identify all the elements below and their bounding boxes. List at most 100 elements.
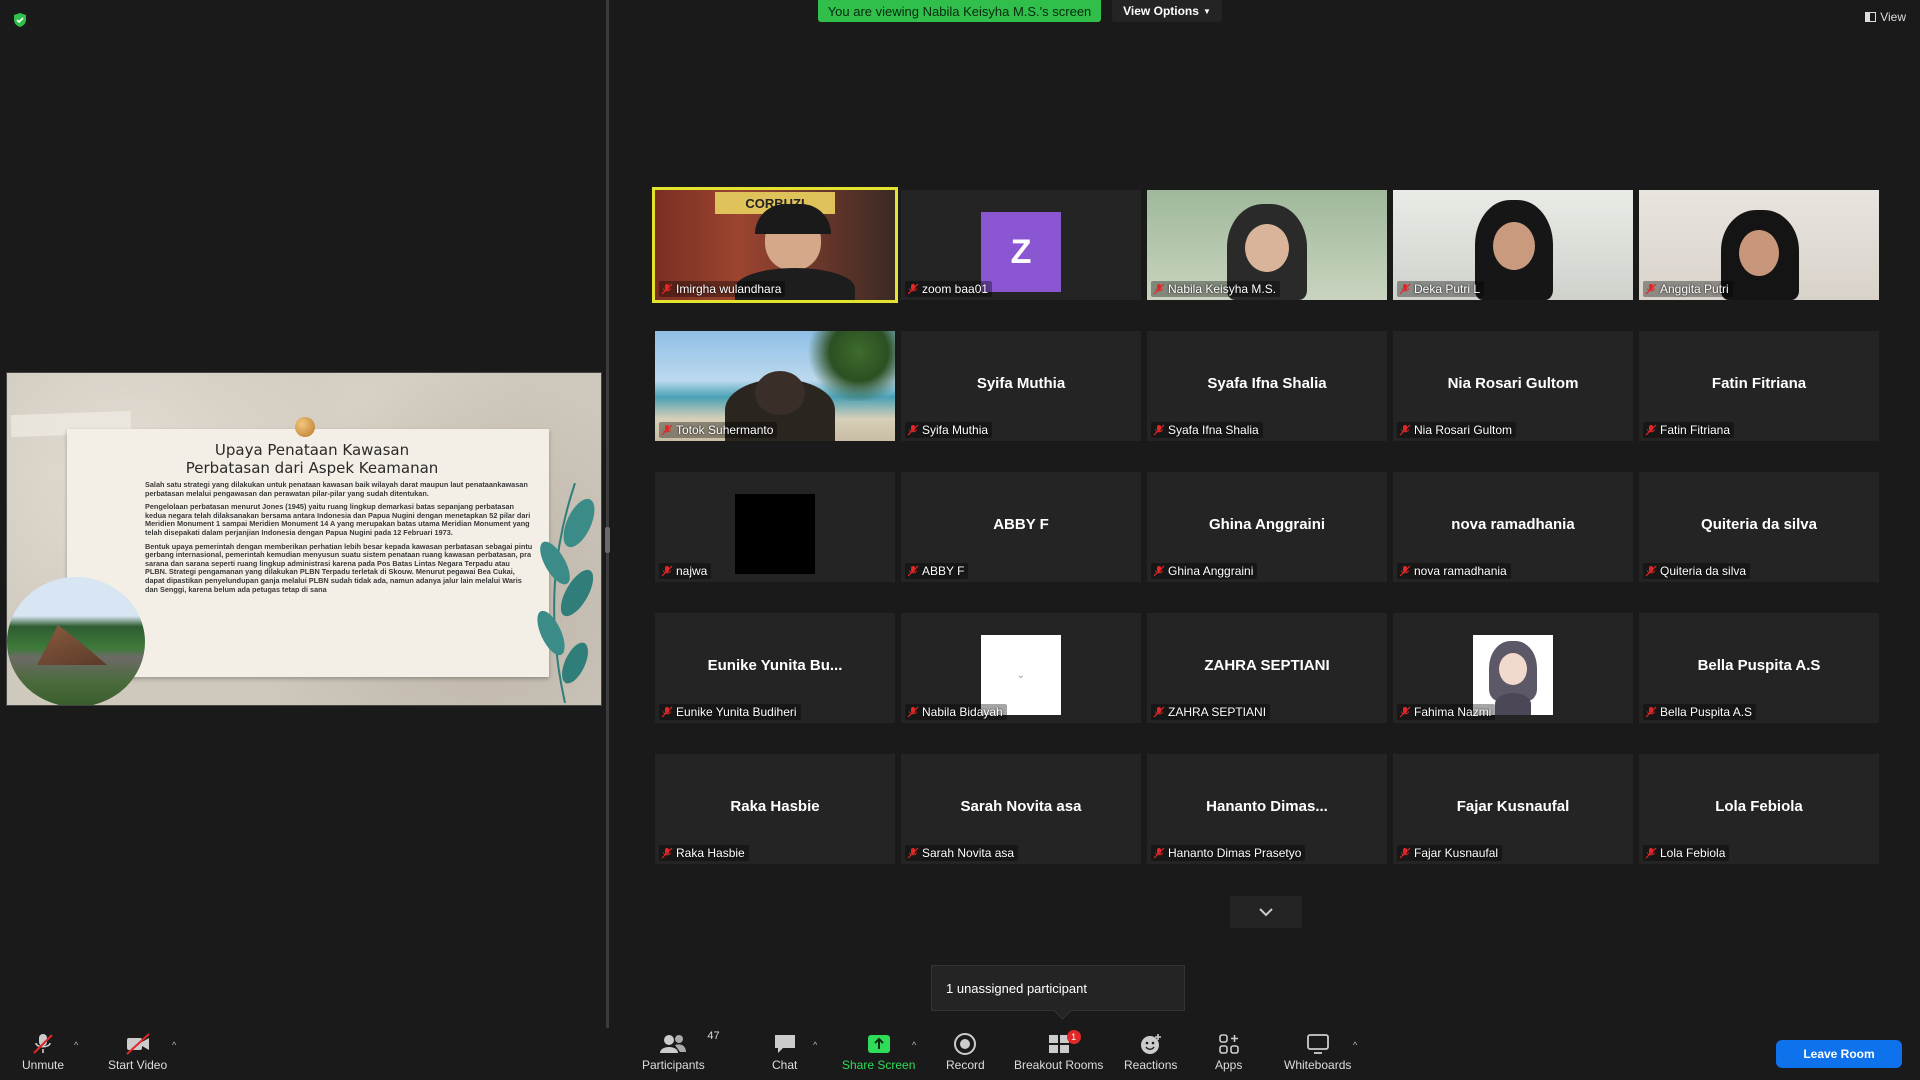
share-screen-label: Share Screen (842, 1058, 916, 1072)
split-divider-handle[interactable] (605, 527, 610, 553)
participant-name-label: Anggita Putri (1643, 281, 1733, 297)
participants-count: 47 (707, 1030, 720, 1042)
participant-tile[interactable]: CORBUZI Imirgha wulandhara (652, 187, 898, 303)
apps-button[interactable]: Apps (1215, 1032, 1242, 1072)
participant-name: Lola Febiola (1660, 846, 1726, 860)
chat-label: Chat (772, 1058, 798, 1072)
start-video-button[interactable]: Start Video (108, 1032, 167, 1072)
participants-label: Participants (642, 1058, 705, 1072)
chevron-down-icon: ▼ (1202, 6, 1211, 16)
participant-tile[interactable]: Sarah Novita asa Sarah Novita asa (901, 754, 1141, 864)
participant-tile[interactable]: Raka Hasbie Raka Hasbie (655, 754, 895, 864)
participant-display-name: Syifa Muthia (976, 375, 1066, 392)
participant-name-label: Hananto Dimas Prasetyo (1151, 845, 1306, 861)
viewing-screen-banner: You are viewing Nabila Keisyha M.S.'s sc… (818, 0, 1101, 22)
participant-tile[interactable]: Zzoom baa01 (901, 190, 1141, 300)
meeting-toolbar: Unmute ^ Start Video ^ 47 Participants C… (0, 1028, 1920, 1080)
participant-tile[interactable]: Fatin Fitriana Fatin Fitriana (1639, 331, 1879, 441)
participant-name-label: Eunike Yunita Budiheri (659, 704, 801, 720)
participant-tile[interactable]: nova ramadhania nova ramadhania (1393, 472, 1633, 582)
mic-muted-icon (1645, 283, 1657, 295)
reactions-icon (1140, 1034, 1161, 1054)
participant-name-label: Imirgha wulandhara (659, 281, 786, 297)
mic-muted-icon (907, 424, 919, 436)
participant-name-label: ZAHRA SEPTIANI (1151, 704, 1271, 720)
participant-name-label: Bella Puspita A.S (1643, 704, 1757, 720)
share-screen-button[interactable]: Share Screen (842, 1032, 915, 1072)
participant-name-label: Totok Suhermanto (659, 422, 778, 438)
mic-muted-icon (1399, 565, 1411, 577)
participant-display-name: Sarah Novita asa (960, 798, 1082, 815)
avatar: ⌄ (981, 635, 1061, 715)
slide-paragraph: Salah satu strategi yang dilakukan untuk… (145, 480, 528, 498)
view-label: View (1880, 10, 1906, 24)
chat-icon (774, 1035, 795, 1053)
participant-name: Hananto Dimas Prasetyo (1168, 846, 1302, 860)
breakout-rooms-button[interactable]: 1 Breakout Rooms (1014, 1030, 1103, 1072)
chevron-down-icon (1259, 908, 1273, 917)
participant-tile[interactable]: Eunike Yunita Bu... Eunike Yunita Budiher… (655, 613, 895, 723)
participant-name: Sarah Novita asa (922, 846, 1015, 860)
participant-name-label: nova ramadhania (1397, 563, 1511, 579)
participant-tile[interactable]: Bella Puspita A.S Bella Puspita A.S (1639, 613, 1879, 723)
whiteboards-button[interactable]: Whiteboards (1284, 1032, 1351, 1072)
record-button[interactable]: Record (946, 1032, 985, 1072)
participant-tile[interactable]: Lola Febiola Lola Febiola (1639, 754, 1879, 864)
participant-tile[interactable]: Fajar Kusnaufal Fajar Kusnaufal (1393, 754, 1633, 864)
participant-name-label: ABBY F (905, 563, 969, 579)
mic-muted-icon (661, 283, 673, 295)
participant-tile[interactable]: Quiteria da silva Quiteria da silva (1639, 472, 1879, 582)
leave-room-button[interactable]: Leave Room (1776, 1040, 1902, 1068)
participant-name: Eunike Yunita Budiheri (676, 705, 797, 719)
participant-tile[interactable]: Deka Putri L (1393, 190, 1633, 300)
participant-tile[interactable]: Totok Suhermanto (655, 331, 895, 441)
participant-tile[interactable]: ABBY F ABBY F (901, 472, 1141, 582)
participants-button[interactable]: 47 Participants (642, 1030, 720, 1072)
view-button[interactable]: View (1865, 10, 1906, 24)
split-divider[interactable] (606, 0, 609, 1028)
chat-options-caret-icon[interactable]: ^ (813, 1040, 817, 1050)
unmute-label: Unmute (22, 1058, 65, 1072)
participant-name: Ghina Anggraini (1168, 564, 1254, 578)
participant-tile[interactable]: Ghina Anggraini Ghina Anggraini (1147, 472, 1387, 582)
video-options-caret-icon[interactable]: ^ (172, 1040, 176, 1050)
participant-tile[interactable]: Nia Rosari Gultom Nia Rosari Gultom (1393, 331, 1633, 441)
whiteboard-options-caret-icon[interactable]: ^ (1353, 1040, 1357, 1050)
participant-tile[interactable]: najwa (655, 472, 895, 582)
reactions-button[interactable]: Reactions (1124, 1032, 1177, 1072)
participant-name: Bella Puspita A.S (1660, 705, 1753, 719)
slide-building-photo (7, 577, 145, 705)
participant-tile[interactable]: Syafa Ifna Shalia Syafa Ifna Shalia (1147, 331, 1387, 441)
participant-display-name: nova ramadhania (1451, 516, 1575, 533)
breakout-rooms-badge: 1 (1066, 1030, 1081, 1044)
participant-tile[interactable]: Anggita Putri (1639, 190, 1879, 300)
chat-button[interactable]: Chat (772, 1032, 797, 1072)
shared-screen-slide: Upaya Penataan Kawasan Perbatasan dari A… (6, 372, 602, 706)
participant-name: najwa (676, 564, 708, 578)
avatar: Z (981, 212, 1061, 292)
shield-check-icon[interactable] (12, 12, 28, 28)
participant-name-label: Nabila Bidayah (905, 704, 1007, 720)
participant-name-label: Nabila Keisyha M.S. (1151, 281, 1281, 297)
participant-tile[interactable]: Fahima Nazmi (1393, 613, 1633, 723)
view-options-button[interactable]: View Options ▼ (1112, 0, 1222, 22)
participant-tile[interactable]: ZAHRA SEPTIANI ZAHRA SEPTIANI (1147, 613, 1387, 723)
participant-tile[interactable]: Hananto Dimas... Hananto Dimas Prasetyo (1147, 754, 1387, 864)
participant-name-label: najwa (659, 563, 712, 579)
participant-display-name: ZAHRA SEPTIANI (1204, 657, 1330, 674)
share-options-caret-icon[interactable]: ^ (912, 1040, 916, 1050)
participant-display-name: ABBY F (993, 516, 1049, 533)
participant-tile[interactable]: ⌄ Nabila Bidayah (901, 613, 1141, 723)
participant-tile[interactable]: Nabila Keisyha M.S. (1147, 190, 1387, 300)
participant-display-name: Ghina Anggraini (1208, 516, 1326, 533)
participant-name-label: Syafa Ifna Shalia (1151, 422, 1263, 438)
slide-title: Upaya Penataan Kawasan Perbatasan dari A… (87, 441, 537, 477)
avatar (1473, 635, 1553, 715)
participant-tile[interactable]: Syifa Muthia Syifa Muthia (901, 331, 1141, 441)
slide-paragraph: Pengelolaan perbatasan menurut Jones (19… (145, 502, 531, 537)
gallery-next-page-button[interactable] (1230, 896, 1302, 928)
unmute-button[interactable]: Unmute (22, 1032, 64, 1072)
gallery-view-icon (1865, 12, 1877, 22)
participant-display-name: Lola Febiola (1715, 798, 1803, 815)
audio-options-caret-icon[interactable]: ^ (74, 1040, 78, 1050)
